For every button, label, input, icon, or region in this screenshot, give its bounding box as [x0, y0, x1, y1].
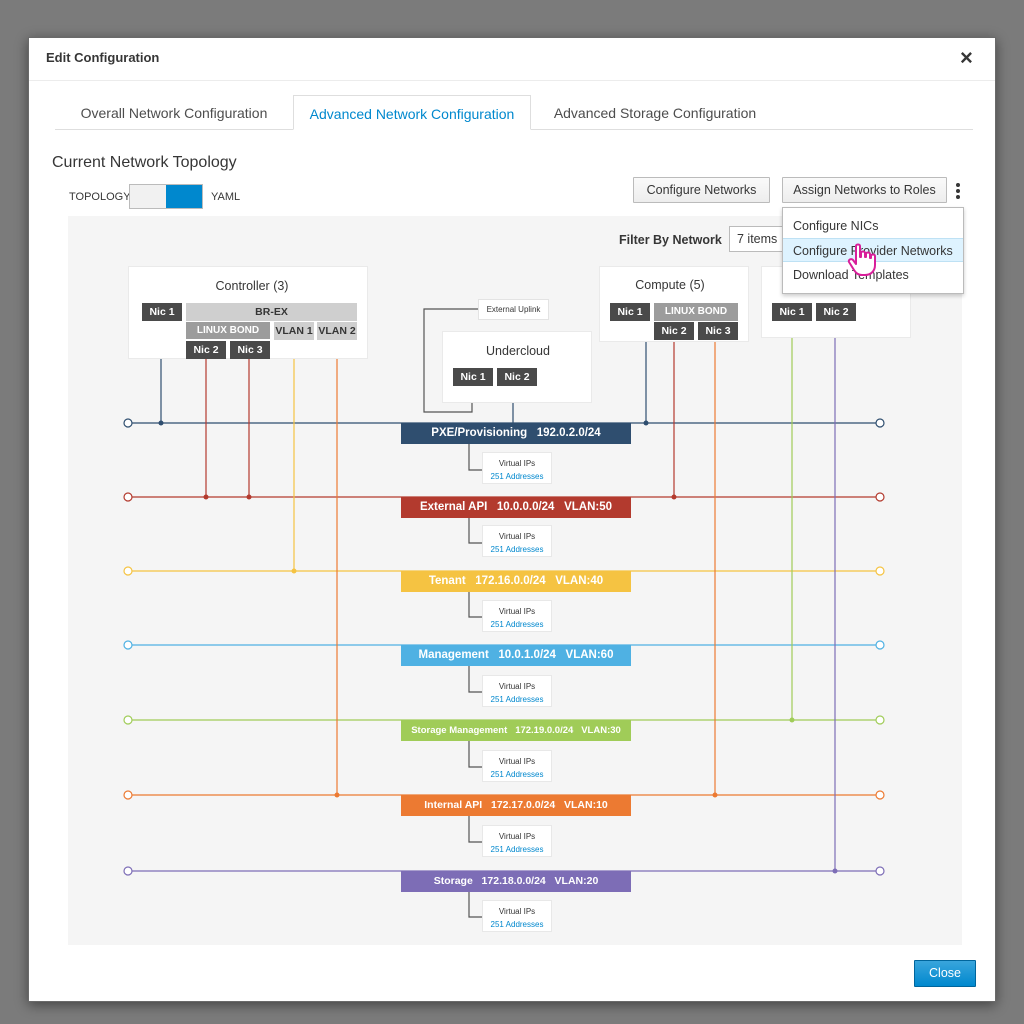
- storage-nic2[interactable]: Nic 2: [816, 303, 856, 321]
- network-vlan: VLAN:30: [581, 725, 621, 736]
- network-name: External API: [419, 501, 488, 513]
- section-title: Current Network Topology: [52, 154, 237, 171]
- virtual-ips-addresses-link[interactable]: 251 Addresses: [483, 620, 551, 629]
- compute-nic2[interactable]: Nic 2: [654, 322, 694, 340]
- modal-title: Edit Configuration: [46, 50, 160, 65]
- virtual-ips-label: Virtual IPs: [498, 757, 536, 766]
- configure-networks-button[interactable]: Configure Networks: [633, 177, 770, 203]
- network-name: Storage Management: [411, 725, 508, 736]
- network-cidr: 172.17.0.0/24: [490, 799, 556, 811]
- virtual-ips-storage-management[interactable]: Virtual IPs 251 Addresses: [482, 750, 552, 782]
- tab-advanced-storage[interactable]: Advanced Storage Configuration: [531, 95, 779, 129]
- network-internal-api[interactable]: Internal API 172.17.0.0/24 VLAN:10: [401, 795, 631, 816]
- undercloud-title: Undercloud: [486, 344, 550, 358]
- tab-overall-network[interactable]: Overall Network Configuration: [55, 95, 293, 129]
- toggle-yaml-label: YAML: [211, 191, 241, 203]
- network-external-api[interactable]: External API 10.0.0.0/24 VLAN:50: [401, 497, 631, 518]
- network-name: PXE/Provisioning: [431, 427, 528, 439]
- network-cidr: 172.18.0.0/24: [481, 875, 546, 887]
- virtual-ips-pxe[interactable]: Virtual IPs 251 Addresses: [482, 452, 552, 484]
- virtual-ips-addresses-link[interactable]: 251 Addresses: [483, 695, 551, 704]
- pointer-hand-icon: [847, 243, 876, 276]
- controller-title: Controller (3): [215, 279, 289, 293]
- virtual-ips-label: Virtual IPs: [498, 832, 536, 841]
- network-cidr: 10.0.0.0/24: [496, 501, 555, 513]
- undercloud-node[interactable]: Undercloud: [442, 331, 592, 403]
- assign-networks-button[interactable]: Assign Networks to Roles: [782, 177, 947, 203]
- modal-header: Edit Configuration ×: [29, 38, 995, 81]
- network-management[interactable]: Management 10.0.1.0/24 VLAN:60: [401, 645, 631, 666]
- toggle-knob: [166, 185, 202, 208]
- controller-linux-bond[interactable]: LINUX BOND: [186, 322, 270, 339]
- compute-linux-bond[interactable]: LINUX BOND: [654, 303, 738, 321]
- storage-nic1[interactable]: Nic 1: [772, 303, 812, 321]
- tab-advanced-network[interactable]: Advanced Network Configuration: [293, 95, 531, 130]
- controller-vlan1[interactable]: VLAN 1: [274, 322, 314, 340]
- compute-title: Compute (5): [635, 278, 705, 292]
- virtual-ips-addresses-link[interactable]: 251 Addresses: [483, 920, 551, 929]
- network-vlan: VLAN:50: [564, 501, 612, 513]
- network-cidr: 172.19.0.0/24: [515, 725, 574, 736]
- virtual-ips-label: Virtual IPs: [498, 532, 536, 541]
- network-pxe-provisioning[interactable]: PXE/Provisioning 192.0.2.0/24: [401, 423, 631, 444]
- network-vlan: VLAN:20: [554, 875, 599, 887]
- network-tenant[interactable]: Tenant 172.16.0.0/24 VLAN:40: [401, 571, 631, 592]
- network-vlan: VLAN:10: [563, 799, 608, 811]
- controller-br-ex[interactable]: BR-EX: [186, 303, 357, 321]
- close-button[interactable]: Close: [914, 960, 976, 987]
- compute-nic1[interactable]: Nic 1: [610, 303, 650, 321]
- network-vlan: VLAN:60: [565, 649, 614, 661]
- virtual-ips-addresses-link[interactable]: 251 Addresses: [483, 545, 551, 554]
- topology-canvas: Filter By Network 7 items Controller (3)…: [68, 216, 962, 945]
- network-name: Management: [418, 649, 489, 661]
- toggle-topology-label: TOPOLOGY: [69, 191, 131, 203]
- controller-nic3[interactable]: Nic 3: [230, 341, 270, 359]
- controller-vlan2[interactable]: VLAN 2: [317, 322, 357, 340]
- virtual-ips-label: Virtual IPs: [498, 459, 536, 468]
- compute-nic3[interactable]: Nic 3: [698, 322, 738, 340]
- network-name: Internal API: [424, 799, 483, 811]
- virtual-ips-external-api[interactable]: Virtual IPs 251 Addresses: [482, 525, 552, 557]
- virtual-ips-management[interactable]: Virtual IPs 251 Addresses: [482, 675, 552, 707]
- virtual-ips-tenant[interactable]: Virtual IPs 251 Addresses: [482, 600, 552, 632]
- network-vlan: VLAN:40: [555, 575, 604, 587]
- external-uplink-box: External Uplink: [478, 299, 549, 320]
- virtual-ips-addresses-link[interactable]: 251 Addresses: [483, 770, 551, 779]
- kebab-menu-icon[interactable]: [954, 181, 962, 203]
- network-cidr: 192.0.2.0/24: [536, 427, 601, 439]
- network-storage-management[interactable]: Storage Management 172.19.0.0/24 VLAN:30: [401, 720, 631, 741]
- network-cidr: 172.16.0.0/24: [475, 575, 546, 587]
- virtual-ips-label: Virtual IPs: [498, 607, 536, 616]
- network-name: Storage: [433, 875, 473, 887]
- topology-yaml-toggle[interactable]: [129, 184, 203, 209]
- network-cidr: 10.0.1.0/24: [498, 649, 556, 661]
- undercloud-nic2[interactable]: Nic 2: [497, 368, 537, 386]
- tab-bar: Overall Network Configuration Advanced N…: [55, 95, 973, 130]
- virtual-ips-addresses-link[interactable]: 251 Addresses: [483, 845, 551, 854]
- menu-item-configure-nics[interactable]: Configure NICs: [783, 214, 963, 238]
- controller-nic2[interactable]: Nic 2: [186, 341, 226, 359]
- network-name: Tenant: [428, 575, 466, 587]
- virtual-ips-addresses-link[interactable]: 251 Addresses: [483, 472, 551, 481]
- edit-configuration-modal: Edit Configuration × Overall Network Con…: [28, 37, 996, 1002]
- virtual-ips-internal-api[interactable]: Virtual IPs 251 Addresses: [482, 825, 552, 857]
- network-storage[interactable]: Storage 172.18.0.0/24 VLAN:20: [401, 871, 631, 892]
- controller-nic1[interactable]: Nic 1: [142, 303, 182, 321]
- undercloud-nic1[interactable]: Nic 1: [453, 368, 493, 386]
- virtual-ips-label: Virtual IPs: [498, 907, 536, 916]
- virtual-ips-label: Virtual IPs: [498, 682, 536, 691]
- virtual-ips-storage[interactable]: Virtual IPs 251 Addresses: [482, 900, 552, 932]
- close-icon[interactable]: ×: [960, 47, 973, 69]
